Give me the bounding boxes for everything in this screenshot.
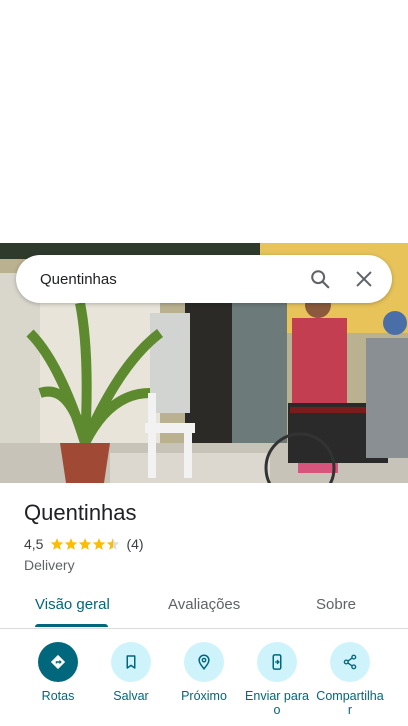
active-tab-indicator (35, 624, 108, 627)
review-count[interactable]: (4) (126, 536, 143, 552)
bookmark-icon (111, 642, 151, 682)
rating-row[interactable]: 4,5 (4) (24, 536, 144, 552)
save-label: Salvar (113, 689, 149, 703)
save-button[interactable]: Salvar (93, 642, 169, 703)
send-to-phone-icon (257, 642, 297, 682)
tab-bar: Visão geral Avaliações Sobre (0, 582, 408, 629)
nearby-icon (184, 642, 224, 682)
search-icon[interactable] (298, 257, 342, 301)
share-label: Compartilhar (316, 689, 384, 717)
rating-value: 4,5 (24, 536, 44, 552)
share-icon (330, 642, 370, 682)
star-half-icon (107, 538, 120, 550)
search-bar[interactable]: Quentinhas (16, 255, 392, 303)
directions-button[interactable]: Rotas (20, 642, 96, 703)
send-to-phone-label: Enviar para o (245, 689, 309, 717)
star-icon (79, 538, 92, 550)
star-icon (65, 538, 78, 550)
search-input[interactable]: Quentinhas (16, 271, 298, 288)
nearby-button[interactable]: Próximo (166, 642, 242, 703)
tab-overview[interactable]: Visão geral (35, 596, 110, 613)
place-title: Quentinhas (24, 500, 137, 525)
action-row: Rotas Salvar Próximo Enviar para o Compa… (0, 640, 408, 726)
nearby-label: Próximo (181, 689, 227, 703)
rating-stars (50, 537, 120, 551)
star-icon (93, 538, 106, 550)
directions-label: Rotas (41, 689, 75, 703)
share-button[interactable]: Compartilhar (312, 642, 388, 717)
send-to-phone-button[interactable]: Enviar para o (239, 642, 315, 717)
close-icon[interactable] (342, 257, 386, 301)
star-icon (51, 538, 64, 550)
directions-icon (38, 642, 78, 682)
place-category: Delivery (24, 557, 75, 573)
tab-reviews[interactable]: Avaliações (168, 596, 240, 613)
tab-about[interactable]: Sobre (316, 596, 356, 613)
